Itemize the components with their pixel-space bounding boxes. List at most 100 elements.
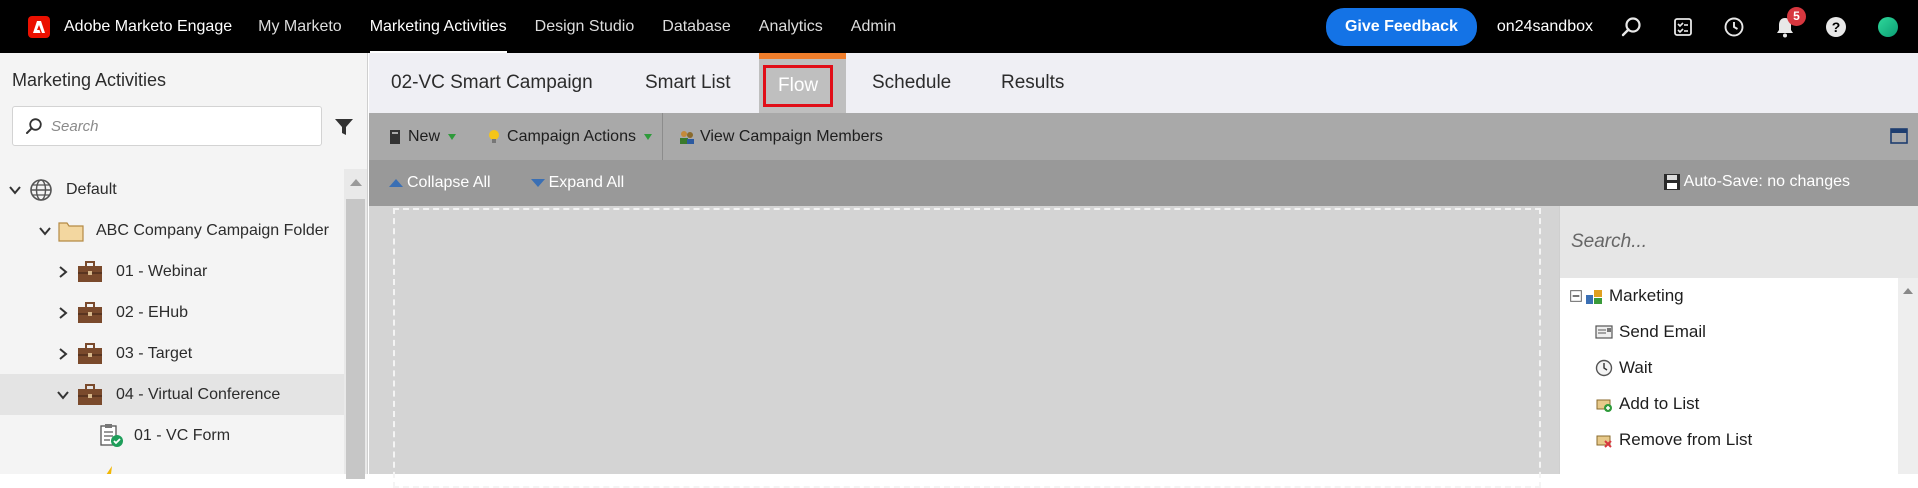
palette-item-add-to-list[interactable]: Add to List [1595, 386, 1699, 422]
palette-scrollbar[interactable] [1898, 278, 1918, 474]
lightbulb-icon [489, 129, 500, 143]
expand-all-button[interactable]: Expand All [530, 174, 625, 192]
tab-flow[interactable]: Flow [759, 53, 846, 113]
form-icon [98, 423, 124, 448]
chevron-down-icon[interactable] [56, 388, 70, 402]
autosave-label: Auto-Save: no changes [1683, 173, 1850, 190]
history-icon[interactable] [1722, 15, 1746, 39]
filter-icon[interactable] [334, 117, 354, 137]
tree-scrollbar[interactable] [344, 169, 367, 479]
tab-campaign-name[interactable]: 02-VC Smart Campaign [391, 53, 593, 113]
tree-item-virtual-conference[interactable]: 04 - Virtual Conference [0, 374, 344, 415]
maximize-icon[interactable] [1890, 127, 1908, 145]
nav-design-studio[interactable]: Design Studio [535, 0, 635, 53]
palette-item-send-email[interactable]: Send Email [1595, 314, 1706, 350]
flow-toolbar: New Campaign Actions View Campaign Membe… [369, 113, 1918, 160]
chevron-right-icon[interactable] [56, 265, 70, 279]
view-campaign-members-label: View Campaign Members [699, 127, 883, 145]
chevron-right-icon[interactable] [56, 347, 70, 361]
tree-item-vc-form[interactable]: 01 - VC Form [0, 415, 344, 456]
briefcase-icon [77, 301, 103, 325]
tab-results[interactable]: Results [1001, 53, 1064, 113]
tree-item-label: 03 - Target [116, 344, 193, 362]
tree-item-webinar[interactable]: 01 - Webinar [0, 251, 344, 292]
tree-item-default[interactable]: Default [0, 169, 344, 210]
nav-database[interactable]: Database [662, 0, 731, 53]
tab-schedule[interactable]: Schedule [872, 53, 951, 113]
scroll-up-icon[interactable] [350, 179, 362, 186]
collapse-all-label: Collapse All [407, 174, 491, 191]
palette-group-label: Marketing [1609, 286, 1684, 305]
adobe-logo-icon [28, 15, 50, 38]
new-button-label: New [408, 127, 441, 145]
clock-icon [1595, 359, 1613, 377]
campaign-actions-label: Campaign Actions [507, 127, 636, 145]
avatar[interactable] [1878, 16, 1898, 37]
save-disk-icon [1663, 174, 1680, 190]
tasks-icon[interactable] [1671, 15, 1695, 39]
svg-text:?: ? [1832, 19, 1841, 35]
tree-item-smart-campaign[interactable] [0, 456, 344, 474]
palette-group-marketing[interactable]: Marketing [1570, 278, 1684, 314]
notification-count-badge: 5 [1787, 6, 1806, 26]
scroll-up-icon[interactable] [1903, 288, 1913, 294]
bell-icon[interactable]: 5 [1773, 6, 1806, 39]
flow-drop-zone[interactable] [393, 208, 1541, 488]
chevron-down-icon[interactable] [8, 183, 22, 197]
nav-my-marketo[interactable]: My Marketo [258, 0, 342, 53]
search-icon [26, 118, 42, 134]
nav-admin[interactable]: Admin [851, 0, 896, 53]
tree-item-label: ABC Company Campaign Folder [96, 221, 329, 239]
globe-icon [28, 178, 54, 202]
tree-item-abc-company-folder[interactable]: ABC Company Campaign Folder [0, 210, 344, 251]
new-button[interactable]: New [369, 113, 466, 160]
brand[interactable]: Adobe Marketo Engage [28, 15, 233, 38]
palette-search[interactable] [1560, 206, 1918, 278]
tab-flow-label: Flow [763, 65, 834, 107]
nav-marketing-activities[interactable]: Marketing Activities [369, 0, 507, 53]
expand-all-label: Expand All [548, 174, 625, 191]
remove-list-icon [1596, 435, 1612, 448]
email-icon [1595, 325, 1613, 339]
search-icon[interactable] [1620, 15, 1644, 39]
chevron-right-icon[interactable] [56, 306, 70, 320]
campaign-actions-button[interactable]: Campaign Actions [466, 113, 662, 160]
chevron-down-icon[interactable] [38, 224, 52, 238]
help-icon[interactable]: ? [1824, 15, 1848, 39]
view-campaign-members-button[interactable]: View Campaign Members [663, 113, 893, 160]
sidebar-search[interactable] [12, 106, 322, 146]
palette-list: Marketing Send Email Wait Add to List Re… [1560, 278, 1898, 474]
sidebar: Marketing Activities Default ABC Company… [0, 53, 368, 479]
sidebar-search-input[interactable] [51, 117, 301, 135]
brand-name: Adobe Marketo Engage [64, 17, 233, 35]
briefcase-icon [77, 383, 103, 407]
tab-smart-list[interactable]: Smart List [645, 53, 731, 113]
collapse-minus-icon[interactable] [1570, 290, 1582, 302]
flow-action-palette: Marketing Send Email Wait Add to List Re… [1559, 206, 1918, 474]
tree-item-label: 04 - Virtual Conference [116, 385, 281, 403]
folder-icon [58, 219, 84, 243]
nav-analytics[interactable]: Analytics [759, 0, 823, 53]
palette-item-wait[interactable]: Wait [1595, 350, 1652, 386]
tree-item-label: 02 - EHub [116, 303, 189, 321]
sidebar-title: Marketing Activities [12, 70, 167, 90]
chevron-down-icon [643, 133, 652, 140]
people-icon [679, 130, 694, 144]
marketing-icon [1586, 290, 1602, 304]
briefcase-icon [77, 342, 103, 366]
palette-item-remove-from-list[interactable]: Remove from List [1595, 422, 1752, 458]
add-list-icon [1596, 399, 1612, 412]
tree-item-label: Default [66, 180, 117, 198]
tree-item-ehub[interactable]: 02 - EHub [0, 292, 344, 333]
scroll-thumb[interactable] [346, 199, 365, 479]
autosave-status: Auto-Save: no changes [1663, 173, 1850, 191]
palette-item-label: Send Email [1619, 322, 1706, 341]
account-name[interactable]: on24sandbox [1497, 18, 1593, 36]
top-navigation: Adobe Marketo Engage My Marketo Marketin… [0, 0, 1918, 53]
tree-item-target[interactable]: 03 - Target [0, 333, 344, 374]
palette-item-label: Remove from List [1619, 430, 1753, 449]
palette-search-input[interactable] [1571, 231, 1891, 253]
collapse-all-button[interactable]: Collapse All [389, 174, 491, 192]
campaign-tabs: 02-VC Smart Campaign Smart List Flow Sch… [369, 53, 1918, 113]
give-feedback-button[interactable]: Give Feedback [1325, 7, 1477, 46]
